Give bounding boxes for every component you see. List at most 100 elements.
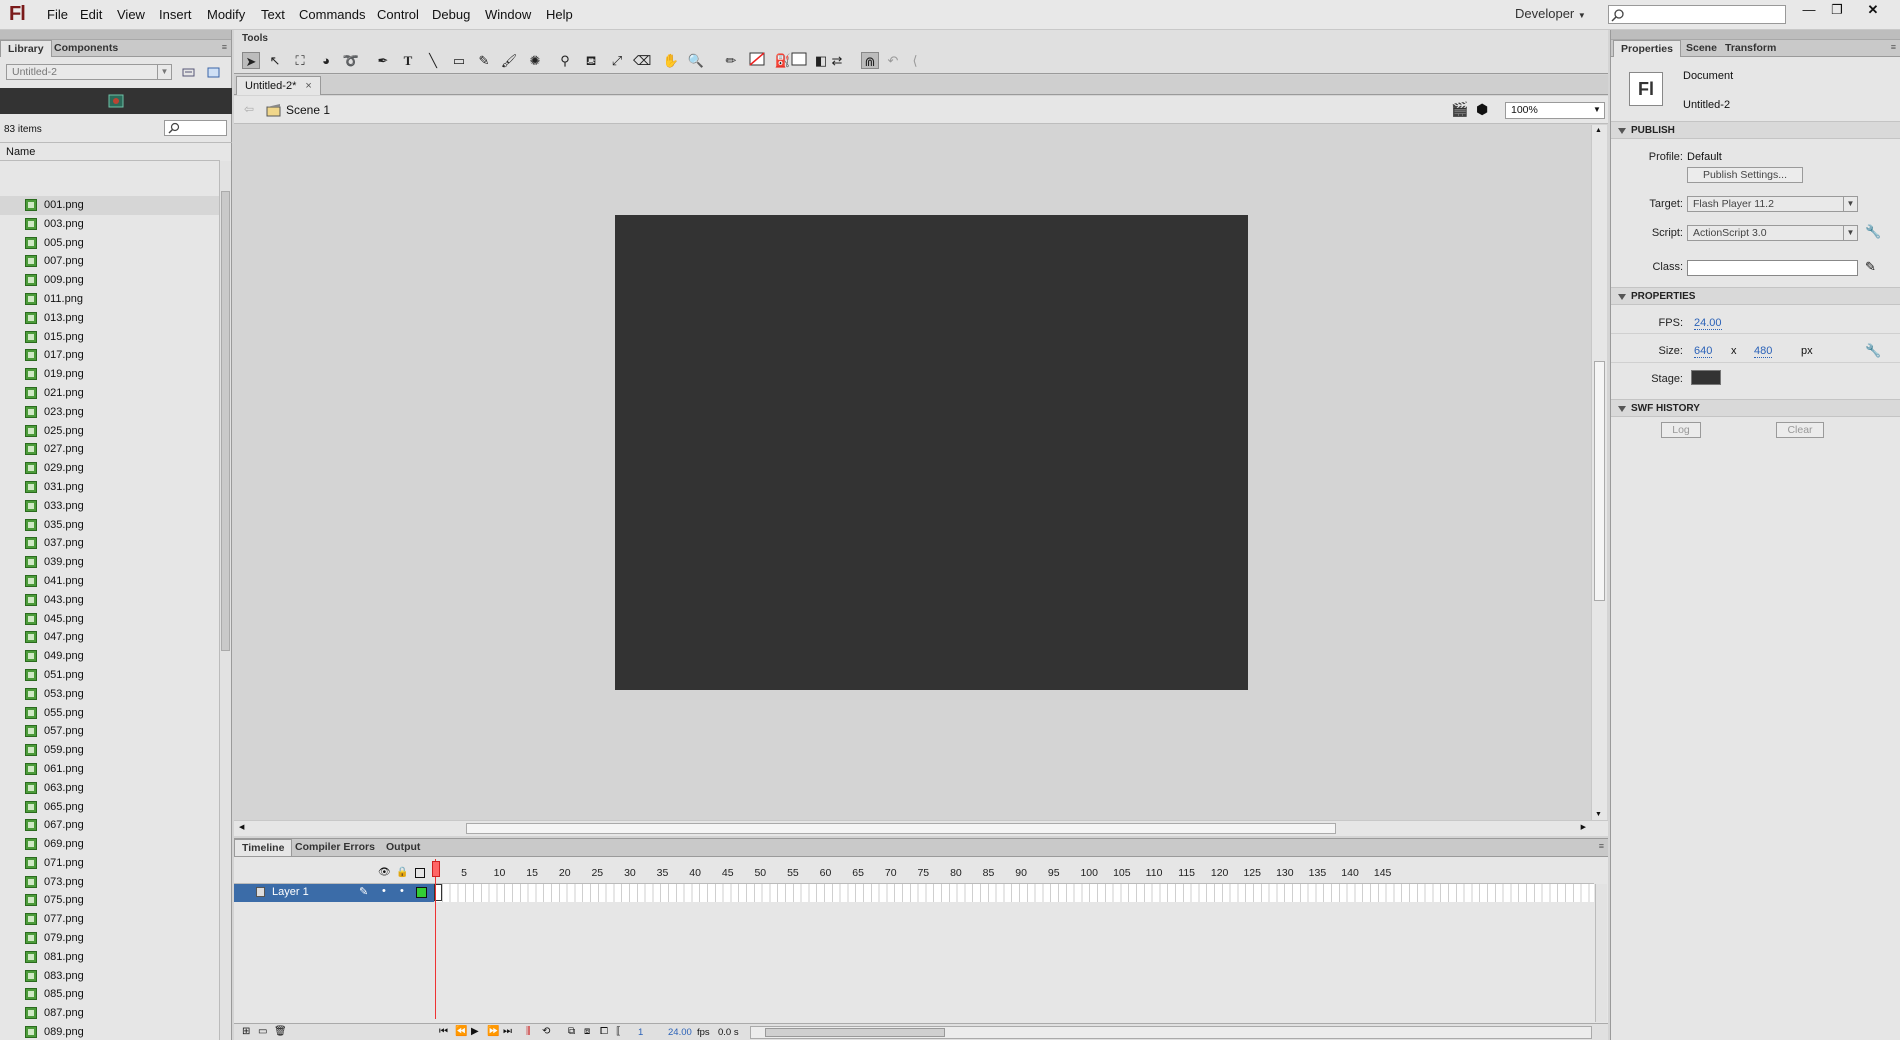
stage-horizontal-scrollbar[interactable]: ◀ ▶ [234,820,1608,836]
eyedropper-tool-icon[interactable]: ⤢ [608,52,626,69]
class-input[interactable] [1687,260,1858,276]
library-item[interactable]: 079.png [0,929,220,948]
publish-settings-button[interactable]: Publish Settings... [1687,167,1803,183]
library-item[interactable]: 049.png [0,647,220,666]
library-item[interactable]: 081.png [0,948,220,967]
step-back-icon[interactable]: ⏪ [455,1026,467,1037]
library-item[interactable]: 075.png [0,891,220,910]
center-frame-icon[interactable]: ⫼ [526,1026,531,1037]
library-item[interactable]: 033.png [0,497,220,516]
pen-tool-icon[interactable]: ✒ [374,52,392,69]
close-tab-icon[interactable]: × [305,80,311,92]
edit-class-pencil-icon[interactable]: ✎ [1865,259,1876,275]
library-item[interactable]: 089.png [0,1023,220,1040]
library-item[interactable]: 035.png [0,516,220,535]
scroll-right-icon[interactable]: ▶ [1581,823,1586,831]
menu-debug[interactable]: Debug [432,7,470,22]
library-item[interactable]: 019.png [0,365,220,384]
library-item[interactable]: 009.png [0,271,220,290]
lasso-tool-icon[interactable]: ➰ [342,52,360,69]
document-tab[interactable]: Untitled-2* × [236,76,321,95]
library-item[interactable]: 085.png [0,985,220,1004]
library-item[interactable]: 005.png [0,234,220,253]
back-arrow-icon[interactable]: ⇦ [244,102,254,116]
tab-properties[interactable]: Properties [1613,40,1681,57]
new-library-panel-icon[interactable] [207,66,221,78]
library-item[interactable]: 047.png [0,628,220,647]
swf-history-section-header[interactable]: SWF HISTORY [1611,399,1900,417]
step-forward-icon[interactable]: ⏩ [487,1026,499,1037]
library-item[interactable]: 065.png [0,798,220,817]
library-document-select[interactable]: Untitled-2 ▼ [6,64,172,80]
tab-compiler-errors[interactable]: Compiler Errors [288,839,382,856]
library-item[interactable]: 003.png [0,215,220,234]
eraser-tool-icon[interactable]: ⌫ [633,52,651,69]
library-item[interactable]: 055.png [0,704,220,723]
library-item[interactable]: 017.png [0,346,220,365]
library-item[interactable]: 001.png [0,196,220,215]
stage-color-swatch[interactable] [1691,370,1721,385]
target-select[interactable]: Flash Player 11.2 ▼ [1687,196,1858,212]
edit-multiple-frames-icon[interactable]: ⧠ [600,1026,608,1037]
wrench-icon[interactable]: 🔧 [1865,343,1881,359]
bone-tool-icon[interactable]: ⚲ [556,52,574,69]
publish-section-header[interactable]: PUBLISH [1611,121,1900,139]
restore-button[interactable]: ❐ [1825,2,1849,18]
go-to-last-frame-icon[interactable]: ⏭ [503,1026,512,1037]
visibility-dot[interactable]: • [382,885,386,897]
scene-breadcrumb[interactable]: Scene 1 [286,103,330,117]
menu-edit[interactable]: Edit [80,7,102,22]
library-item[interactable]: 043.png [0,591,220,610]
lock-layers-icon[interactable]: 🔒 [396,867,408,878]
panel-menu-icon[interactable]: ≡ [1891,42,1896,52]
current-frame[interactable]: 1 [638,1027,643,1038]
free-transform-tool-icon[interactable]: ⛶ [291,52,309,69]
scrollbar-thumb[interactable] [221,191,230,651]
library-item[interactable]: 007.png [0,252,220,271]
scroll-down-icon[interactable]: ▼ [1595,811,1602,818]
library-scrollbar[interactable] [219,161,231,1040]
menu-window[interactable]: Window [485,7,531,22]
library-item[interactable]: 037.png [0,534,220,553]
swap-colors-icon[interactable]: ⇄ [828,52,846,69]
rectangle-tool-icon[interactable]: ▭ [450,52,468,69]
menu-text[interactable]: Text [261,7,285,22]
wrench-icon[interactable]: 🔧 [1865,224,1881,240]
library-item[interactable]: 021.png [0,384,220,403]
fill-swatch-icon[interactable] [790,52,808,69]
menu-insert[interactable]: Insert [159,7,192,22]
loop-icon[interactable]: ⟲ [542,1026,550,1037]
panel-menu-icon[interactable]: ≡ [1599,841,1604,851]
library-item[interactable]: 045.png [0,610,220,629]
deco-tool-icon[interactable]: ✺ [526,52,544,69]
library-item[interactable]: 013.png [0,309,220,328]
lock-dot[interactable]: • [400,885,404,897]
onion-skin-icon[interactable]: ⧉ [568,1026,575,1037]
fps-value[interactable]: 24.00 [1694,317,1722,330]
line-tool-icon[interactable]: ╲ [424,52,442,69]
edit-scene-icon[interactable]: 🎬 [1451,101,1468,118]
fill-color-swatch-icon[interactable] [748,52,766,69]
zoom-select[interactable]: 100% ▼ [1505,102,1605,119]
library-item[interactable]: 031.png [0,478,220,497]
script-select[interactable]: ActionScript 3.0 ▼ [1687,225,1858,241]
library-item[interactable]: 053.png [0,685,220,704]
library-item[interactable]: 059.png [0,741,220,760]
library-column-header-name[interactable]: Name [0,143,220,161]
3d-rotation-tool-icon[interactable]: ◕ [317,52,335,69]
library-item[interactable]: 011.png [0,290,220,309]
paint-bucket-tool-icon[interactable]: ⛾ [582,52,600,69]
timeline-vertical-scrollbar[interactable] [1595,884,1607,1022]
library-item[interactable]: 069.png [0,835,220,854]
clear-button[interactable]: Clear [1776,422,1824,438]
layer-outline-color[interactable] [416,887,427,898]
panel-collapse-strip[interactable] [1611,30,1900,40]
subselection-tool-icon[interactable]: ↖ [266,52,284,69]
pencil-tool-icon[interactable]: ✎ [475,52,493,69]
library-item[interactable]: 015.png [0,328,220,347]
library-search-input[interactable] [164,120,227,136]
scroll-up-icon[interactable]: ▲ [1595,127,1602,134]
frame-ruler[interactable]: 1510152025303540455055606570758085909510… [432,839,1584,883]
menu-file[interactable]: File [47,7,68,22]
panel-collapse-strip[interactable] [0,30,231,40]
